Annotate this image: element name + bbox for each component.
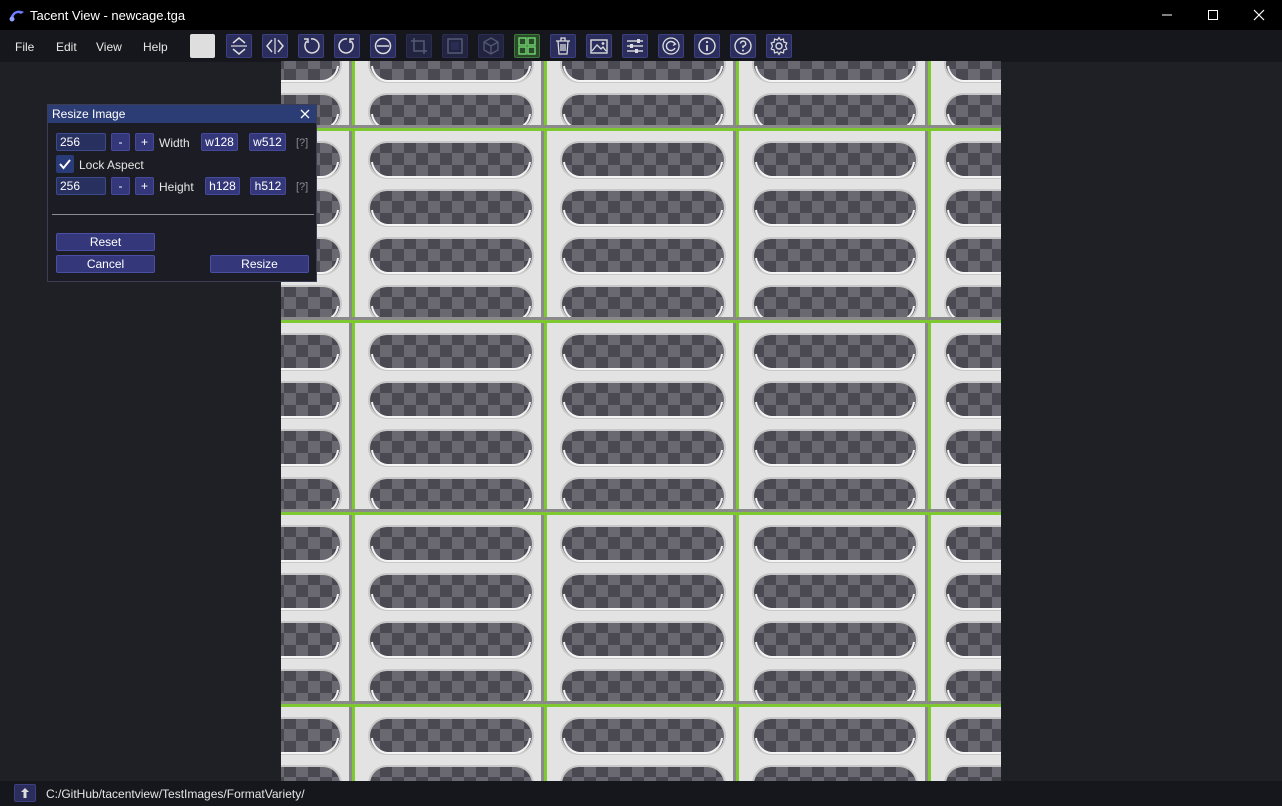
save-image-button[interactable]: [586, 34, 612, 58]
lock-aspect-checkbox[interactable]: [56, 155, 74, 173]
image-icon: [590, 39, 608, 54]
title-bar: Tacent View - newcage.tga: [0, 0, 1282, 30]
contact-sheet-button[interactable]: [514, 34, 540, 58]
dialog-close-icon[interactable]: [298, 107, 312, 121]
flip-vertical-button[interactable]: [226, 34, 252, 58]
close-window-button[interactable]: [1236, 0, 1282, 30]
square-icon: [447, 38, 463, 54]
resize-button[interactable]: Resize: [210, 255, 309, 273]
color-swatch[interactable]: [190, 34, 215, 58]
refresh-icon: [662, 37, 680, 55]
trash-icon: [556, 37, 570, 55]
info-button[interactable]: [694, 34, 720, 58]
width-512-button[interactable]: w512: [249, 133, 286, 151]
crop-button[interactable]: [406, 34, 432, 58]
flip-horizontal-icon: [266, 38, 284, 54]
settings-icon: [770, 36, 788, 56]
width-help[interactable]: [?]: [296, 137, 308, 149]
properties-button[interactable]: [622, 34, 648, 58]
window-title: Tacent View - newcage.tga: [30, 8, 186, 23]
rotate-ccw-icon: [304, 38, 320, 54]
height-input[interactable]: 256: [56, 177, 106, 195]
resize-image-dialog: Resize Image 256 - + Width w128 w512 [?]…: [47, 104, 317, 282]
minimize-icon: [1162, 14, 1172, 16]
height-512-button[interactable]: h512: [250, 177, 286, 195]
flip-vertical-icon: [231, 37, 247, 55]
rotate-free-button[interactable]: [370, 34, 396, 58]
width-decrement-button[interactable]: -: [111, 133, 130, 151]
info-icon: [698, 37, 716, 55]
lock-aspect-label: Lock Aspect: [79, 158, 144, 172]
menu-help[interactable]: Help: [143, 40, 168, 54]
help-button[interactable]: [730, 34, 756, 58]
width-increment-button[interactable]: +: [135, 133, 154, 151]
image-viewport[interactable]: [281, 61, 1001, 781]
flip-horizontal-button[interactable]: [262, 34, 288, 58]
dialog-separator: [52, 214, 314, 215]
checkmark-icon: [59, 159, 71, 170]
menu-file[interactable]: File: [15, 40, 34, 54]
menu-edit[interactable]: Edit: [56, 40, 77, 54]
height-help[interactable]: [?]: [296, 181, 308, 193]
width-input[interactable]: 256: [56, 133, 106, 151]
cancel-button[interactable]: Cancel: [56, 255, 155, 273]
maximize-icon: [1208, 10, 1218, 20]
width-label: Width: [159, 136, 190, 150]
height-128-button[interactable]: h128: [205, 177, 240, 195]
status-bar: C:/GitHub/tacentview/TestImages/FormatVa…: [0, 781, 1282, 806]
height-increment-button[interactable]: +: [135, 177, 154, 195]
refresh-button[interactable]: [658, 34, 684, 58]
menu-view[interactable]: View: [96, 40, 122, 54]
width-128-button[interactable]: w128: [201, 133, 238, 151]
rotate-cw-icon: [338, 38, 354, 54]
dialog-title: Resize Image: [52, 107, 126, 121]
maximize-button[interactable]: [1190, 0, 1236, 30]
up-folder-button[interactable]: [14, 784, 36, 802]
current-path: C:/GitHub/tacentview/TestImages/FormatVa…: [46, 787, 305, 801]
delete-button[interactable]: [550, 34, 576, 58]
up-arrow-icon: [21, 788, 29, 798]
dialog-title-bar[interactable]: Resize Image: [48, 105, 316, 123]
sliders-icon: [627, 39, 643, 53]
crop-icon: [411, 38, 427, 54]
rotate-cw-button[interactable]: [334, 34, 360, 58]
height-decrement-button[interactable]: -: [111, 177, 130, 195]
close-icon: [1253, 9, 1265, 21]
grid-icon: [518, 37, 536, 55]
border-button[interactable]: [442, 34, 468, 58]
crop-circle-icon: [374, 37, 392, 55]
height-label: Height: [159, 180, 194, 194]
settings-button[interactable]: [766, 34, 792, 58]
help-icon: [734, 37, 752, 55]
reset-button[interactable]: Reset: [56, 233, 155, 251]
displayed-image: [281, 61, 1001, 781]
minimize-button[interactable]: [1144, 0, 1190, 30]
cube-icon: [483, 37, 499, 55]
rotate-ccw-button[interactable]: [298, 34, 324, 58]
app-logo-icon: [9, 10, 24, 22]
cubemap-button[interactable]: [478, 34, 504, 58]
